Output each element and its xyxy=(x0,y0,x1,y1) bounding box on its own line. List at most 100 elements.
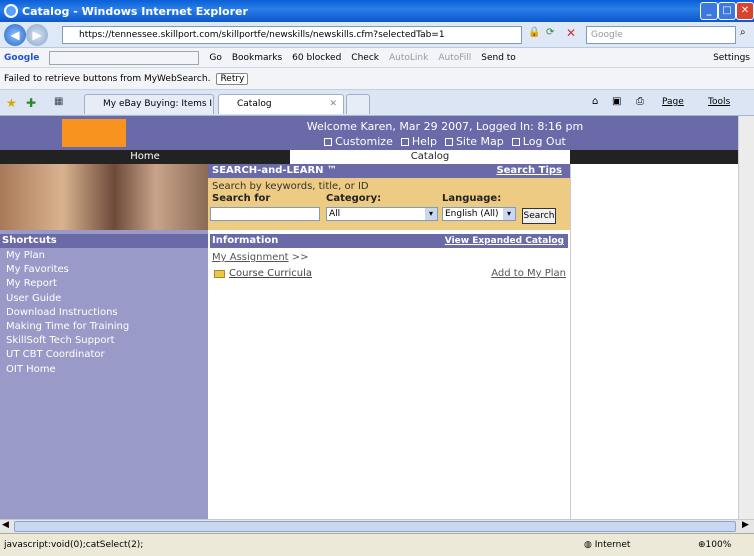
security-zone: ◍ Internet xyxy=(584,540,631,550)
tab-bar: ★ ✚ ▦ My eBay Buying: Items I'm Bi... Ca… xyxy=(0,90,754,116)
log-out-link[interactable]: Log Out xyxy=(511,135,566,148)
nav-catalog[interactable]: Catalog xyxy=(290,150,570,164)
search-for-label: Search for xyxy=(212,193,271,204)
quick-tabs-icon[interactable]: ▦ xyxy=(54,96,63,107)
nav-home[interactable]: Home xyxy=(0,150,290,164)
search-icon[interactable]: ⌕ xyxy=(740,27,746,38)
my-assignment-link[interactable]: My Assignment xyxy=(212,252,289,263)
maximize-button[interactable]: □ xyxy=(718,2,736,20)
status-bar: javascript:void(0);catSelect(2); ◍ Inter… xyxy=(0,533,754,556)
chevron-down-icon: ▾ xyxy=(425,208,437,220)
print-icon[interactable]: ⎙ xyxy=(636,96,644,107)
scroll-thumb[interactable] xyxy=(14,521,736,532)
search-for-input[interactable] xyxy=(210,207,320,221)
favorites-star-icon[interactable]: ★ xyxy=(6,96,17,110)
search-hint: Search by keywords, title, or ID xyxy=(212,181,369,192)
add-favorites-icon[interactable]: ✚ xyxy=(26,96,36,110)
search-input[interactable]: Google xyxy=(586,26,736,44)
tools-menu[interactable]: Tools xyxy=(708,97,730,107)
google-toolbar: Google Go Bookmarks 60 blocked Check Aut… xyxy=(0,48,754,68)
shortcuts-heading: Shortcuts xyxy=(0,234,208,248)
course-curricula-item[interactable]: Course Curricula xyxy=(214,268,312,279)
feeds-icon[interactable]: ▣ xyxy=(612,96,621,107)
ut-logo[interactable] xyxy=(62,119,126,147)
information-header: Information View Expanded Catalog xyxy=(210,234,568,248)
right-column xyxy=(570,164,738,519)
shortcut-my-favorites[interactable]: My Favorites xyxy=(6,263,208,277)
home-icon[interactable]: ⌂ xyxy=(592,96,598,107)
course-curricula-link[interactable]: Course Curricula xyxy=(229,268,312,279)
search-tips-link[interactable]: Search Tips xyxy=(496,164,562,178)
popup-blocked-button[interactable]: 60 blocked xyxy=(292,53,341,63)
zoom-icon: ⊕ xyxy=(698,540,706,550)
shortcuts-sidebar: Shortcuts My Plan My Favorites My Report… xyxy=(0,230,208,519)
help-link[interactable]: Help xyxy=(400,135,437,148)
search-panel-title: SEARCH-and-LEARN ™ xyxy=(212,165,337,176)
search-panel: SEARCH-and-LEARN ™ Search Tips Search by… xyxy=(208,164,570,230)
page-menu[interactable]: Page xyxy=(662,97,684,107)
forward-icon[interactable]: ▶ xyxy=(26,24,48,46)
mywebsearch-message: Failed to retrieve buttons from MyWebSea… xyxy=(4,73,211,84)
checkbox-icon xyxy=(444,138,453,146)
ie-icon xyxy=(4,4,18,18)
language-select[interactable]: English (All) ▾ xyxy=(442,207,516,221)
window-title-bar: Catalog - Windows Internet Explorer _ □ … xyxy=(0,0,754,22)
google-search-input[interactable] xyxy=(49,50,200,65)
back-icon[interactable]: ◀ xyxy=(4,24,26,46)
horizontal-scrollbar[interactable]: ◀ ▶ xyxy=(0,519,754,533)
spellcheck-button[interactable]: Check xyxy=(351,53,379,63)
minimize-button[interactable]: _ xyxy=(700,2,718,20)
google-logo: Google xyxy=(4,52,40,63)
status-text: javascript:void(0);catSelect(2); xyxy=(4,540,144,550)
tab-close-icon[interactable]: ✕ xyxy=(329,95,337,113)
shortcut-cbt-coordinator[interactable]: UT CBT Coordinator xyxy=(6,348,208,362)
refresh-icon[interactable]: ⟳ xyxy=(546,27,554,38)
zoom-level[interactable]: ⊕100% xyxy=(698,540,731,550)
autofill-button[interactable]: AutoFill xyxy=(438,53,471,63)
tab-catalog[interactable]: Catalog ✕ xyxy=(218,94,344,114)
shortcut-tech-support[interactable]: SkillSoft Tech Support xyxy=(6,334,208,348)
address-row: ◀ ▶ https://tennessee.skillport.com/skil… xyxy=(0,22,754,48)
scroll-left-icon[interactable]: ◀ xyxy=(2,520,9,530)
tab-catalog-label: Catalog xyxy=(237,99,272,109)
address-field[interactable]: https://tennessee.skillport.com/skillpor… xyxy=(62,26,522,44)
main-nav: Home Catalog xyxy=(0,150,738,164)
bookmarks-button[interactable]: Bookmarks xyxy=(232,53,282,63)
close-button[interactable]: ✕ xyxy=(736,2,754,20)
shortcut-user-guide[interactable]: User Guide xyxy=(6,292,208,306)
checkbox-icon xyxy=(324,138,333,146)
shortcut-download-instructions[interactable]: Download Instructions xyxy=(6,306,208,320)
customize-link[interactable]: Customize xyxy=(324,135,393,148)
category-label: Category: xyxy=(326,193,382,204)
new-tab-button[interactable] xyxy=(346,94,370,114)
vertical-scrollbar[interactable] xyxy=(738,116,754,519)
stop-icon[interactable]: ✕ xyxy=(566,26,576,40)
view-expanded-catalog-link[interactable]: View Expanded Catalog xyxy=(445,234,564,248)
information-title: Information xyxy=(212,235,279,246)
site-map-link[interactable]: Site Map xyxy=(444,135,504,148)
shortcut-oit-home[interactable]: OIT Home xyxy=(6,363,208,377)
mywebsearch-bar: Failed to retrieve buttons from MyWebSea… xyxy=(0,68,754,90)
autolink-button[interactable]: AutoLink xyxy=(389,53,428,63)
go-button[interactable]: Go xyxy=(209,53,221,63)
search-button[interactable]: Search xyxy=(522,208,556,224)
category-select[interactable]: All ▾ xyxy=(326,207,438,221)
checkbox-icon xyxy=(511,138,520,146)
shortcut-my-plan[interactable]: My Plan xyxy=(6,249,208,263)
chevron-down-icon: ▾ xyxy=(503,208,515,220)
shortcut-making-time[interactable]: Making Time for Training xyxy=(6,320,208,334)
scroll-right-icon[interactable]: ▶ xyxy=(742,520,749,530)
page-viewport: Welcome Karen, Mar 29 2007, Logged In: 8… xyxy=(0,116,738,519)
window-title: Catalog - Windows Internet Explorer xyxy=(22,4,248,18)
settings-button[interactable]: Settings xyxy=(713,53,750,63)
shortcut-my-report[interactable]: My Report xyxy=(6,277,208,291)
banner-photo xyxy=(0,164,208,230)
add-to-plan-link[interactable]: Add to My Plan xyxy=(491,268,566,279)
welcome-text: Welcome Karen, Mar 29 2007, Logged In: 8… xyxy=(306,120,584,133)
language-label: Language: xyxy=(442,193,502,204)
search-panel-header: SEARCH-and-LEARN ™ Search Tips xyxy=(208,164,570,178)
tab-ebay[interactable]: My eBay Buying: Items I'm Bi... xyxy=(84,94,214,114)
retry-button[interactable]: Retry xyxy=(216,72,249,85)
lock-icon: 🔒 xyxy=(528,27,541,38)
send-to-button[interactable]: Send to xyxy=(481,53,516,63)
